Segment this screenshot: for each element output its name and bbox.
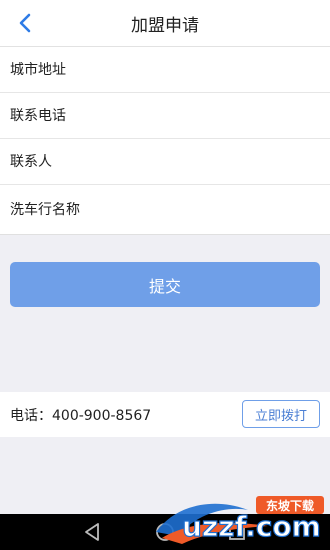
contact-bar: 电话：400-900-8567 立即拨打 xyxy=(0,392,330,437)
svg-text:东坡下载: 东坡下载 xyxy=(266,498,314,513)
application-form xyxy=(0,47,330,235)
contact-person-input[interactable] xyxy=(10,153,310,170)
city-address-row xyxy=(0,47,330,93)
back-triangle-icon[interactable] xyxy=(82,521,104,543)
app-header: 加盟申请 xyxy=(0,0,330,47)
carwash-name-row xyxy=(0,185,330,234)
carwash-name-input[interactable] xyxy=(10,201,310,218)
city-address-input[interactable] xyxy=(10,61,310,78)
contact-person-row xyxy=(0,139,330,185)
phone-number-text: 电话：400-900-8567 xyxy=(10,407,152,424)
uzzf-watermark-logo: uzzf.com 东坡下载 xyxy=(156,496,324,544)
contact-phone-input[interactable] xyxy=(10,107,310,124)
back-button[interactable] xyxy=(12,10,38,36)
contact-phone-row xyxy=(0,93,330,139)
call-now-button[interactable]: 立即拨打 xyxy=(242,400,320,428)
page-title: 加盟申请 xyxy=(131,15,199,36)
submit-button[interactable]: 提交 xyxy=(10,262,320,307)
svg-text:uzzf.com: uzzf.com xyxy=(182,510,321,543)
chevron-left-icon xyxy=(19,13,31,33)
